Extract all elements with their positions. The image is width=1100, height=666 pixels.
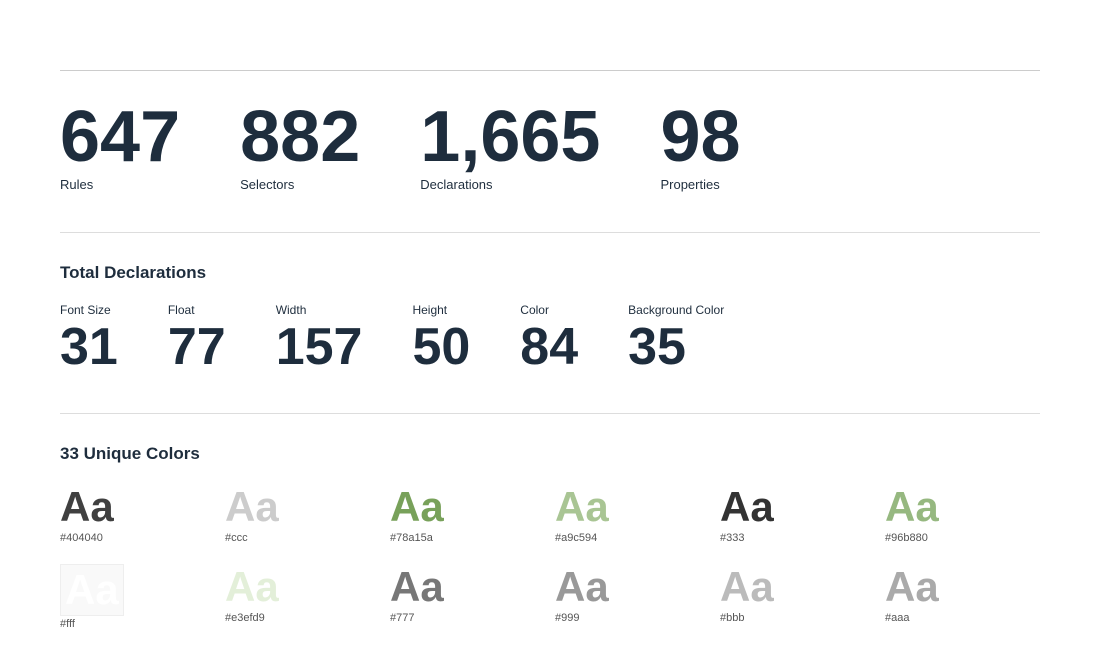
color-item: Aa #e3efd9 xyxy=(225,564,380,630)
color-item: Aa #bbb xyxy=(720,564,875,630)
decl-label: Font Size xyxy=(60,303,118,317)
decl-number: 35 xyxy=(628,321,724,373)
decl-label: Float xyxy=(168,303,226,317)
color-hex: #333 xyxy=(720,532,744,544)
decl-item: Background Color 35 xyxy=(628,303,724,373)
decl-number: 31 xyxy=(60,321,118,373)
color-sample: Aa xyxy=(555,564,609,610)
color-sample: Aa xyxy=(60,484,114,530)
stat-number: 882 xyxy=(240,101,360,173)
color-item: Aa #777 xyxy=(390,564,545,630)
color-item: Aa #aaa xyxy=(885,564,1040,630)
color-item: Aa #a9c594 xyxy=(555,484,710,544)
color-item: Aa #333 xyxy=(720,484,875,544)
colors-section: 33 Unique Colors Aa #404040 Aa #ccc Aa #… xyxy=(60,444,1040,630)
color-item: Aa #404040 xyxy=(60,484,215,544)
stat-item: 98 Properties xyxy=(660,101,740,192)
color-hex: #78a15a xyxy=(390,532,433,544)
decl-number: 77 xyxy=(168,321,226,373)
color-hex: #ccc xyxy=(225,532,248,544)
color-item: Aa #96b880 xyxy=(885,484,1040,544)
color-hex: #bbb xyxy=(720,612,744,624)
divider-2 xyxy=(60,413,1040,414)
color-sample: Aa xyxy=(885,484,939,530)
color-hex: #e3efd9 xyxy=(225,612,265,624)
decl-item: Font Size 31 xyxy=(60,303,118,373)
divider-1 xyxy=(60,232,1040,233)
decl-item: Float 77 xyxy=(168,303,226,373)
color-sample: Aa xyxy=(885,564,939,610)
color-sample: Aa xyxy=(60,564,124,616)
color-sample: Aa xyxy=(225,564,279,610)
title-section xyxy=(60,40,1040,71)
decl-label: Height xyxy=(412,303,470,317)
color-sample: Aa xyxy=(555,484,609,530)
stat-number: 647 xyxy=(60,101,180,173)
decl-label: Color xyxy=(520,303,578,317)
stat-number: 1,665 xyxy=(420,101,600,173)
color-hex: #404040 xyxy=(60,532,103,544)
color-hex: #777 xyxy=(390,612,414,624)
color-item: Aa #999 xyxy=(555,564,710,630)
color-hex: #a9c594 xyxy=(555,532,597,544)
color-sample: Aa xyxy=(390,564,444,610)
decl-number: 84 xyxy=(520,321,578,373)
decl-item: Color 84 xyxy=(520,303,578,373)
color-item: Aa #ccc xyxy=(225,484,380,544)
stat-label: Declarations xyxy=(420,177,600,192)
stat-label: Selectors xyxy=(240,177,360,192)
top-nav xyxy=(60,20,1040,40)
decl-label: Width xyxy=(276,303,363,317)
stat-item: 882 Selectors xyxy=(240,101,360,192)
color-hex: #96b880 xyxy=(885,532,928,544)
color-sample: Aa xyxy=(720,564,774,610)
declarations-section: Total Declarations Font Size 31 Float 77… xyxy=(60,263,1040,373)
stats-row: 647 Rules 882 Selectors 1,665 Declaratio… xyxy=(60,101,1040,192)
colors-grid: Aa #404040 Aa #ccc Aa #78a15a Aa #a9c594… xyxy=(60,484,1040,630)
stat-label: Properties xyxy=(660,177,740,192)
color-item: Aa #fff xyxy=(60,564,215,630)
declarations-row: Font Size 31 Float 77 Width 157 Height 5… xyxy=(60,303,1040,373)
decl-item: Height 50 xyxy=(412,303,470,373)
color-item: Aa #78a15a xyxy=(390,484,545,544)
colors-title: 33 Unique Colors xyxy=(60,444,1040,464)
decl-number: 157 xyxy=(276,321,363,373)
stat-label: Rules xyxy=(60,177,180,192)
color-hex: #fff xyxy=(60,618,75,630)
color-sample: Aa xyxy=(225,484,279,530)
color-sample: Aa xyxy=(720,484,774,530)
color-hex: #aaa xyxy=(885,612,909,624)
stat-item: 1,665 Declarations xyxy=(420,101,600,192)
declarations-title: Total Declarations xyxy=(60,263,1040,283)
decl-item: Width 157 xyxy=(276,303,363,373)
stat-number: 98 xyxy=(660,101,740,173)
decl-number: 50 xyxy=(412,321,470,373)
decl-label: Background Color xyxy=(628,303,724,317)
color-sample: Aa xyxy=(390,484,444,530)
stat-item: 647 Rules xyxy=(60,101,180,192)
color-hex: #999 xyxy=(555,612,579,624)
